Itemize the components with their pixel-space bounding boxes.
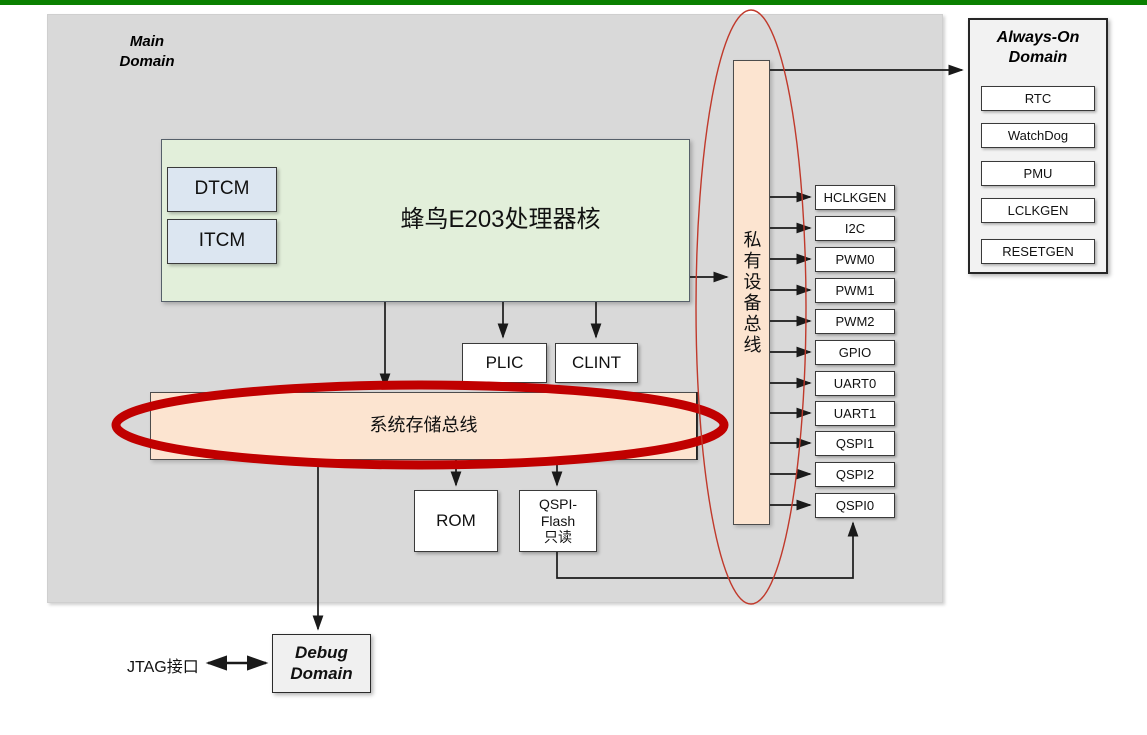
qspi-flash-label-line1: QSPI- [538, 496, 578, 513]
top-accent-bar [0, 0, 1147, 5]
clint-box[interactable]: CLINT [555, 343, 638, 383]
peripheral-qspi1[interactable]: QSPI1 [815, 431, 895, 456]
peripheral-pwm1[interactable]: PWM1 [815, 278, 895, 303]
peripheral-pwm1-label: PWM1 [835, 282, 875, 298]
peripheral-qspi0-label: QSPI0 [835, 497, 875, 513]
ao-item-watchdog[interactable]: WatchDog [981, 123, 1095, 148]
diagram-canvas: Main Domain 蜂鸟E203处理器核 DTCM ITCM PLIC CL… [0, 0, 1147, 735]
peripheral-pwm2[interactable]: PWM2 [815, 309, 895, 334]
peripheral-pwm0-label: PWM0 [835, 251, 875, 267]
peripheral-i2c[interactable]: I2C [815, 216, 895, 241]
peripheral-qspi2[interactable]: QSPI2 [815, 462, 895, 487]
ao-item-pmu-label: PMU [1023, 165, 1053, 181]
ao-item-pmu[interactable]: PMU [981, 161, 1095, 186]
always-on-domain-title: Always-On Domain [968, 28, 1108, 68]
dtcm-label: DTCM [194, 178, 250, 200]
peripheral-hclkgen-label: HCLKGEN [823, 189, 887, 205]
always-on-domain-title-line1: Always-On [996, 29, 1080, 46]
ao-item-resetgen-label: RESETGEN [1002, 243, 1074, 259]
private-device-bus-box[interactable]: 私有设备总线 [733, 60, 770, 525]
main-domain-label-line1: Main [129, 33, 165, 50]
ao-item-rtc[interactable]: RTC [981, 86, 1095, 111]
plic-box[interactable]: PLIC [462, 343, 547, 383]
itcm-label: ITCM [198, 230, 246, 252]
peripheral-i2c-label: I2C [844, 220, 866, 236]
peripheral-pwm2-label: PWM2 [835, 313, 875, 329]
rom-box[interactable]: ROM [414, 490, 498, 552]
itcm-box[interactable]: ITCM [167, 219, 277, 264]
jtag-interface-label: JTAG接口 [127, 659, 199, 676]
peripheral-uart0[interactable]: UART0 [815, 371, 895, 396]
peripheral-qspi0[interactable]: QSPI0 [815, 493, 895, 518]
peripheral-qspi1-label: QSPI1 [835, 435, 875, 451]
ao-item-resetgen[interactable]: RESETGEN [981, 239, 1095, 264]
clint-label: CLINT [571, 352, 622, 372]
ao-item-watchdog-label: WatchDog [1007, 127, 1069, 143]
main-domain-label: Main Domain [92, 32, 202, 73]
private-device-bus-label: 私有设备总线 [741, 229, 762, 356]
peripheral-qspi2-label: QSPI2 [835, 466, 875, 482]
peripheral-hclkgen[interactable]: HCLKGEN [815, 185, 895, 210]
qspi-flash-label-line3: 只读 [544, 529, 572, 546]
qspi-flash-box[interactable]: QSPI- Flash 只读 [519, 490, 597, 552]
ao-item-rtc-label: RTC [1024, 90, 1052, 106]
qspi-flash-label-line2: Flash [540, 512, 576, 529]
peripheral-pwm0[interactable]: PWM0 [815, 247, 895, 272]
peripheral-gpio[interactable]: GPIO [815, 340, 895, 365]
always-on-domain-title-line2: Domain [1008, 49, 1068, 66]
peripheral-uart1-label: UART1 [833, 405, 877, 421]
ao-item-lclkgen-label: LCLKGEN [1007, 202, 1069, 218]
debug-domain-label-line1: Debug [295, 643, 348, 663]
ao-item-lclkgen[interactable]: LCLKGEN [981, 198, 1095, 223]
e203-core-label: 蜂鸟E203处理器核 [400, 206, 601, 234]
plic-label: PLIC [485, 352, 524, 372]
debug-domain-box[interactable]: Debug Domain [272, 634, 371, 693]
peripheral-uart1[interactable]: UART1 [815, 401, 895, 426]
system-memory-bus-label: 系统存储总线 [369, 415, 478, 436]
peripheral-gpio-label: GPIO [838, 344, 872, 360]
peripheral-uart0-label: UART0 [833, 375, 877, 391]
debug-domain-label-line2: Domain [290, 663, 353, 683]
main-domain-label-line2: Domain [119, 53, 175, 71]
dtcm-box[interactable]: DTCM [167, 167, 277, 212]
system-memory-bus-box[interactable]: 系统存储总线 [150, 392, 697, 460]
rom-label: ROM [436, 510, 476, 530]
